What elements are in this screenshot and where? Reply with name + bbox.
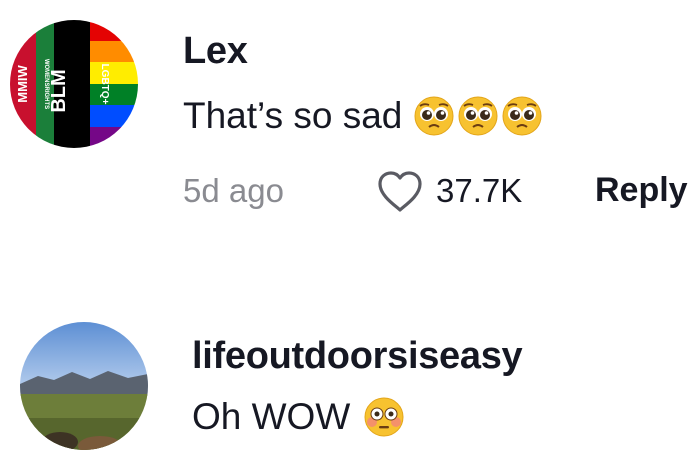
avatar[interactable] — [20, 322, 148, 450]
username[interactable]: lifeoutdoorsiseasy — [192, 335, 523, 378]
comment-item: MMIW WOMENSRIGHTS BLM LGBTQ+ Lex That’s … — [0, 0, 700, 250]
reply-button[interactable]: Reply — [595, 171, 688, 210]
like-count: 37.7K — [436, 172, 523, 209]
username[interactable]: Lex — [183, 30, 248, 73]
pleading-face-icon — [414, 96, 454, 136]
comment-item: lifeoutdoorsiseasy Oh WOW — [0, 300, 700, 459]
comment-age: 5d ago — [183, 172, 284, 209]
comment-text: That’s so sad — [183, 95, 542, 137]
avatar[interactable]: MMIW WOMENSRIGHTS BLM LGBTQ+ — [10, 20, 138, 148]
heart-outline-icon[interactable] — [375, 168, 425, 214]
pleading-face-icon — [458, 96, 498, 136]
avatar-text: LGBTQ+ — [99, 64, 110, 105]
comment-text: Oh WOW — [192, 396, 404, 438]
avatar-text: MMIW — [15, 65, 30, 103]
flushed-face-icon — [364, 397, 404, 437]
comment-text-body: Oh WOW — [192, 396, 351, 437]
comment-meta: 5d ago 37.7K Reply — [0, 168, 700, 214]
avatar-text: BLM — [48, 69, 70, 112]
comment-text-body: That’s so sad — [183, 95, 403, 136]
pleading-face-icon — [502, 96, 542, 136]
